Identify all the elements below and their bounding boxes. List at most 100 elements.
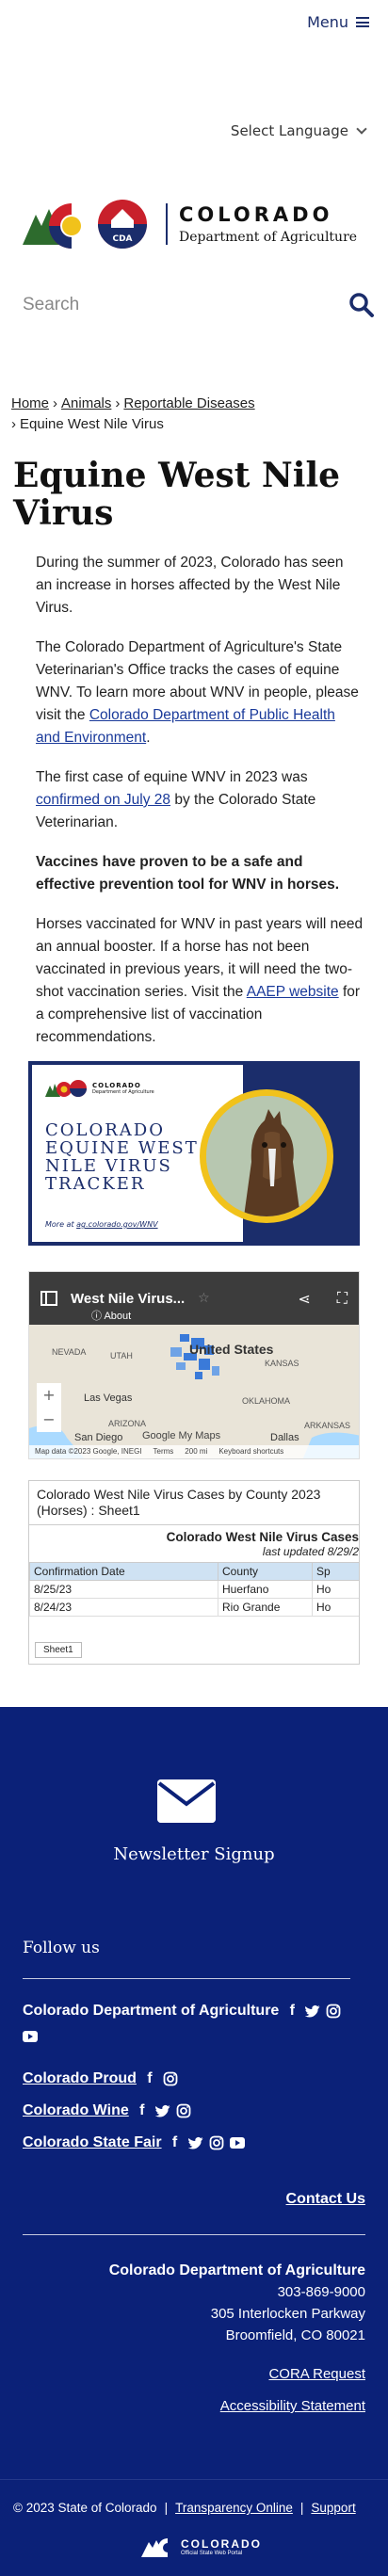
map-label-arizona: ARIZONA: [108, 1419, 147, 1428]
star-icon[interactable]: ☆: [198, 1291, 210, 1306]
logo-name: COLORADO: [179, 203, 333, 226]
sheet-updated: last updated 8/29/2: [262, 1545, 359, 1558]
map-terms-link[interactable]: Terms: [154, 1447, 174, 1457]
site-footer: Newsletter Signup Follow us Colorado Dep…: [0, 1707, 388, 2479]
legend-icon[interactable]: [40, 1291, 57, 1306]
wnv-map-embed[interactable]: West Nile Virus... ☆ ⋖ ⛶ ⓘ About NEVADA …: [28, 1271, 360, 1459]
chevron-down-icon: [356, 123, 367, 135]
sheet-tab[interactable]: Sheet1: [35, 1642, 82, 1658]
breadcrumb-separator: ›: [11, 416, 16, 432]
breadcrumb: Home › Animals › Reportable Diseases › Equine…: [11, 394, 377, 435]
share-icon[interactable]: ⋖: [298, 1290, 310, 1308]
language-label: Select Language: [230, 122, 348, 139]
zoom-controls: + −: [37, 1383, 61, 1432]
map-label-utah: UTAH: [110, 1351, 133, 1360]
search-icon[interactable]: [348, 292, 375, 318]
map-label-las-vegas: Las Vegas: [84, 1393, 133, 1404]
map-footer: Map data ©2023 Google, INEGI Terms 200 m…: [29, 1445, 359, 1458]
breadcrumb-home[interactable]: Home: [11, 395, 49, 411]
transparency-online-link[interactable]: Transparency Online: [175, 2501, 293, 2515]
banner-more-link: More at ag.colorado.gov/WNV: [45, 1220, 158, 1229]
cda-logo-icon: CDA: [23, 200, 147, 249]
search-input[interactable]: [23, 295, 305, 315]
column-header: Sp: [312, 1562, 359, 1581]
instagram-icon[interactable]: [176, 2103, 191, 2118]
hamburger-icon: [356, 17, 369, 27]
banner-title: COLORADO EQUINE WEST NILE VIRUS TRACKER: [45, 1120, 199, 1194]
intro-paragraph: During the summer of 2023, Colorado has …: [36, 555, 344, 616]
twitter-icon[interactable]: [305, 2004, 321, 2019]
map-label-san-diego: San Diego: [74, 1432, 123, 1443]
instagram-icon[interactable]: [163, 2071, 178, 2086]
cora-request-link[interactable]: CORA Request: [268, 2366, 365, 2382]
first-case-paragraph: The first case of equine WNV in 2023 was…: [36, 769, 316, 830]
social-colorado-proud: Colorado Proud f: [23, 2070, 178, 2087]
instagram-icon[interactable]: [326, 2004, 341, 2019]
confirmed-july-28-link[interactable]: confirmed on July 28: [36, 792, 170, 808]
banner-logo: COLORADO Department of Agriculture: [45, 1078, 154, 1099]
social-colorado-state-fair: Colorado State Fair f: [23, 2134, 245, 2151]
map-label-united-states: United States: [189, 1342, 274, 1357]
divider: [23, 2234, 365, 2235]
wnv-tracker-banner[interactable]: COLORADO Department of Agriculture COLOR…: [28, 1061, 360, 1246]
breadcrumb-separator: ›: [115, 395, 121, 411]
footer-address: Colorado Department of Agriculture 303-8…: [108, 2262, 365, 2343]
social-cda: Colorado Department of Agriculture f: [23, 2003, 341, 2020]
svg-text:CDA: CDA: [112, 234, 132, 244]
column-header: County: [218, 1562, 313, 1581]
zoom-in-button[interactable]: +: [37, 1383, 61, 1408]
logo-department: Department of Agriculture: [179, 230, 358, 245]
breadcrumb-reportable-diseases[interactable]: Reportable Diseases: [123, 395, 254, 411]
accessibility-statement-link[interactable]: Accessibility Statement: [220, 2398, 365, 2414]
keyboard-shortcuts-link[interactable]: Keyboard shortcuts: [218, 1447, 283, 1457]
social-colorado-wine: Colorado Wine f: [23, 2102, 191, 2119]
tracking-paragraph: The Colorado Department of Agriculture's…: [36, 639, 359, 746]
instagram-icon[interactable]: [209, 2135, 224, 2150]
horse-photo: [200, 1089, 333, 1223]
table-row: 8/25/23 Huerfano Ho: [29, 1580, 359, 1599]
google-my-maps-logo: Google My Maps: [142, 1430, 221, 1441]
colorado-portal-logo[interactable]: COLORADO Official State Web Portal: [141, 2535, 262, 2559]
map-toolbar: West Nile Virus... ☆ ⋖ ⛶: [29, 1272, 359, 1325]
zoom-out-button[interactable]: −: [37, 1408, 61, 1432]
facebook-icon[interactable]: f: [135, 2102, 150, 2118]
sheet-title: Colorado West Nile Virus Cases: [166, 1530, 359, 1544]
fullscreen-icon[interactable]: ⛶: [337, 1289, 348, 1308]
search-bar: [23, 288, 375, 322]
youtube-icon[interactable]: [229, 2135, 245, 2150]
table-row: 8/24/23 Rio Grande Ho: [29, 1598, 359, 1617]
contact-us-link[interactable]: Contact Us: [286, 2191, 365, 2208]
breadcrumb-animals[interactable]: Animals: [61, 395, 111, 411]
envelope-icon[interactable]: [157, 1779, 216, 1823]
horse-icon: [206, 1096, 327, 1216]
twitter-icon[interactable]: [154, 2103, 170, 2118]
colorado-logo-icon: [141, 2538, 168, 2557]
map-about-link[interactable]: ⓘ About: [91, 1308, 131, 1323]
booster-paragraph: Horses vaccinated for WNV in past years …: [36, 916, 364, 1045]
aaep-link[interactable]: AAEP website: [247, 984, 339, 1000]
support-link[interactable]: Support: [311, 2501, 355, 2515]
map-label-nevada: NEVADA: [52, 1347, 87, 1357]
newsletter-signup-link[interactable]: Newsletter Signup: [0, 1844, 388, 1864]
social-cda-youtube: [23, 2029, 38, 2044]
breadcrumb-current: Equine West Nile Virus: [20, 416, 164, 432]
sheet-header: Colorado West Nile Virus Cases by County…: [29, 1481, 359, 1525]
cases-table: Confirmation Date County Sp 8/25/23 Huerf…: [29, 1562, 359, 1617]
cda-logo-icon: [45, 1080, 87, 1097]
phone-number[interactable]: 303-869-9000: [109, 2281, 365, 2303]
youtube-icon[interactable]: [23, 2029, 38, 2044]
twitter-icon[interactable]: [187, 2135, 203, 2150]
copyright: © 2023 State of Colorado: [13, 2501, 157, 2515]
site-logo[interactable]: CDA COLORADO Department of Agriculture: [23, 196, 357, 252]
breadcrumb-separator: ›: [53, 395, 58, 411]
page-title: Equine West Nile Virus: [13, 456, 341, 533]
facebook-icon[interactable]: f: [142, 2070, 157, 2086]
facebook-icon[interactable]: f: [168, 2134, 183, 2150]
map-title: West Nile Virus...: [71, 1290, 186, 1307]
facebook-icon[interactable]: f: [284, 2003, 299, 2019]
cases-sheet-embed[interactable]: Colorado West Nile Virus Cases by County…: [28, 1480, 360, 1665]
map-label-kansas: KANSAS: [265, 1359, 299, 1368]
language-select[interactable]: Select Language: [230, 122, 367, 139]
menu-button[interactable]: Menu: [307, 13, 369, 31]
menu-label: Menu: [307, 13, 348, 31]
